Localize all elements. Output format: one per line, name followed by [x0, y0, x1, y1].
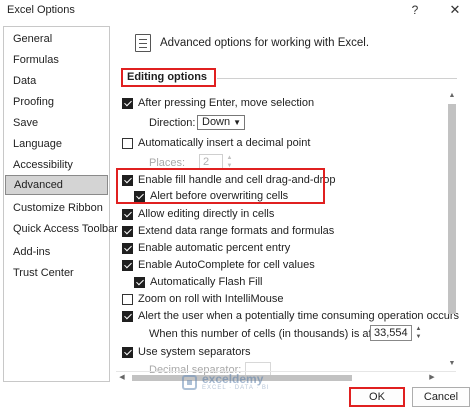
edit-in-cells-label: Allow editing directly in cells	[138, 208, 275, 220]
main-panel: Advanced options for working with Excel.…	[113, 26, 471, 382]
exceldemy-logo-icon	[182, 375, 197, 390]
sidebar-item-advanced[interactable]: Advanced	[5, 175, 108, 195]
auto-decimal-label: Automatically insert a decimal point	[138, 137, 311, 149]
cancel-button[interactable]: Cancel	[412, 387, 470, 407]
alert-time-checkbox[interactable]	[122, 310, 133, 322]
sidebar-item-quick-access-toolbar[interactable]: Quick Access Toolbar	[4, 219, 118, 239]
system-separators-checkbox[interactable]	[122, 346, 133, 358]
ok-button[interactable]: OK	[349, 387, 405, 407]
cells-affected-input[interactable]: 33,554	[370, 325, 412, 341]
scroll-right-icon[interactable]: ▶	[426, 372, 438, 384]
scroll-up-icon[interactable]: ▲	[445, 90, 459, 102]
option-zoom-roll[interactable]: Zoom on roll with IntelliMouse	[122, 292, 284, 306]
sidebar-item-proofing[interactable]: Proofing	[4, 92, 109, 112]
options-page-icon	[135, 34, 151, 52]
cells-affected-row: When this number of cells (in thousands)…	[149, 327, 404, 341]
close-button[interactable]: ✕	[447, 2, 463, 18]
scroll-left-icon[interactable]: ◀	[116, 372, 128, 384]
edit-in-cells-checkbox[interactable]	[122, 208, 133, 220]
option-after-enter[interactable]: After pressing Enter, move selection	[122, 96, 314, 110]
title-bar: Excel Options ? ✕	[0, 0, 474, 22]
autocomplete-label: Enable AutoComplete for cell values	[138, 259, 315, 271]
option-extend-formats[interactable]: Extend data range formats and formulas	[122, 224, 334, 238]
sidebar-item-trust-center[interactable]: Trust Center	[4, 263, 109, 283]
scroll-thumb[interactable]	[448, 104, 456, 314]
direction-label: Direction:	[149, 117, 196, 129]
options-scroll-area[interactable]: After pressing Enter, move selection Dir…	[113, 90, 471, 380]
percent-entry-checkbox[interactable]	[122, 242, 133, 254]
after-enter-checkbox[interactable]	[122, 97, 133, 109]
horizontal-scrollbar[interactable]: ◀ ▶	[116, 371, 456, 383]
option-edit-in-cells[interactable]: Allow editing directly in cells	[122, 207, 274, 221]
section-divider	[217, 78, 457, 79]
sidebar-item-customize-ribbon[interactable]: Customize Ribbon	[4, 198, 109, 218]
option-system-separators[interactable]: Use system separators	[122, 345, 250, 359]
cells-affected-label: When this number of cells (in thousands)…	[149, 328, 405, 340]
zoom-roll-label: Zoom on roll with IntelliMouse	[138, 293, 284, 305]
alert-time-label: Alert the user when a potentially time c…	[138, 310, 460, 322]
after-enter-label: After pressing Enter, move selection	[138, 97, 315, 109]
chevron-down-icon: ▼	[233, 118, 241, 127]
watermark: exceldemy EXCEL · DATA · BI	[182, 372, 270, 391]
zoom-roll-checkbox[interactable]	[122, 293, 133, 305]
option-percent-entry[interactable]: Enable automatic percent entry	[122, 241, 290, 255]
sidebar-item-save[interactable]: Save	[4, 113, 109, 133]
extend-formats-checkbox[interactable]	[122, 225, 133, 237]
sidebar-item-data[interactable]: Data	[4, 71, 109, 91]
stepper-down-icon: ▼	[415, 334, 422, 340]
sidebar-item-formulas[interactable]: Formulas	[4, 50, 109, 70]
autocomplete-checkbox[interactable]	[122, 259, 133, 271]
vertical-scrollbar[interactable]: ▲ ▼	[445, 90, 459, 380]
stepper-up-icon: ▲	[226, 155, 233, 161]
system-separators-label: Use system separators	[138, 346, 251, 358]
direction-value: Down	[202, 116, 231, 128]
section-title-editing-options: Editing options	[121, 68, 216, 87]
stepper-up-icon: ▲	[415, 326, 422, 332]
watermark-name: exceldemy	[202, 372, 264, 386]
sidebar-item-general[interactable]: General	[4, 29, 109, 49]
percent-entry-label: Enable automatic percent entry	[138, 242, 291, 254]
option-autocomplete[interactable]: Enable AutoComplete for cell values	[122, 258, 315, 272]
option-auto-decimal[interactable]: Automatically insert a decimal point	[122, 136, 310, 150]
highlight-box-fill-handle	[116, 168, 325, 204]
sidebar: General Formulas Data Proofing Save Lang…	[3, 26, 118, 382]
option-flash-fill[interactable]: Automatically Flash Fill	[134, 275, 262, 289]
watermark-tagline: EXCEL · DATA · BI	[202, 385, 270, 391]
flash-fill-label: Automatically Flash Fill	[150, 276, 263, 288]
option-alert-time[interactable]: Alert the user when a potentially time c…	[122, 309, 459, 323]
sidebar-item-language[interactable]: Language	[4, 134, 109, 154]
help-button[interactable]: ?	[408, 3, 422, 17]
sidebar-item-add-ins[interactable]: Add-ins	[4, 242, 109, 262]
direction-row: Direction:	[149, 116, 195, 130]
scroll-down-icon[interactable]: ▼	[445, 358, 459, 370]
flash-fill-checkbox[interactable]	[134, 276, 145, 288]
auto-decimal-checkbox[interactable]	[122, 137, 133, 149]
extend-formats-label: Extend data range formats and formulas	[138, 225, 335, 237]
sidebar-item-accessibility[interactable]: Accessibility	[4, 155, 109, 175]
window-title: Excel Options	[7, 4, 75, 16]
direction-dropdown[interactable]: Down ▼	[197, 115, 245, 130]
cells-affected-stepper[interactable]: ▲ ▼	[414, 325, 423, 341]
page-title: Advanced options for working with Excel.	[160, 37, 370, 49]
